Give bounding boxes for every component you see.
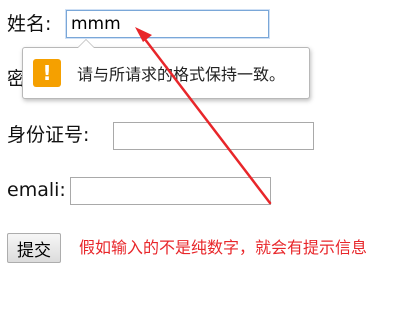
form-page: 姓名: 密 ! 请与所请求的格式保持一致。 身份证号: emali: 提交 假如… xyxy=(0,0,407,334)
warning-icon: ! xyxy=(33,59,61,87)
tooltip-message: 请与所请求的格式保持一致。 xyxy=(77,65,286,84)
email-input[interactable] xyxy=(70,177,271,205)
name-input[interactable] xyxy=(66,10,269,38)
email-label: emali: xyxy=(7,179,66,201)
id-number-input[interactable] xyxy=(113,122,314,150)
submit-button[interactable]: 提交 xyxy=(7,233,61,263)
validation-tooltip: ! 请与所请求的格式保持一致。 xyxy=(22,39,310,99)
tooltip-arrow xyxy=(78,40,94,48)
name-label: 姓名: xyxy=(7,13,52,35)
annotation-text: 假如输入的不是纯数字，就会有提示信息 xyxy=(79,238,368,257)
id-number-label: 身份证号: xyxy=(7,124,90,146)
